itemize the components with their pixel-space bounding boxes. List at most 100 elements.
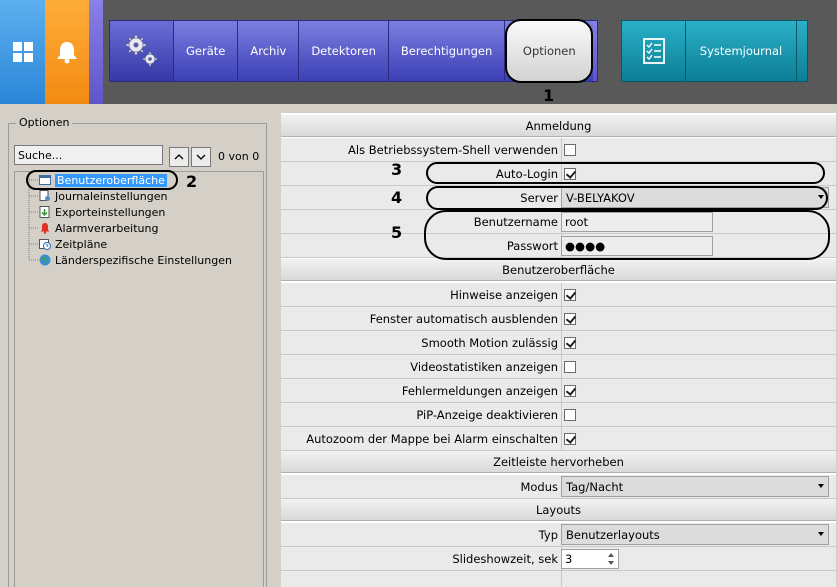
callout-3: 3 [391, 160, 403, 179]
tree-item-alarmverarbeitung[interactable]: Alarmverarbeitung [39, 220, 158, 236]
windows-icon [12, 42, 33, 62]
tree-item-laenderspezifische-einstellungen[interactable]: Länderspezifische Einstellungen [39, 252, 232, 268]
slideshow-label: Slideshowzeit, sek [452, 552, 558, 566]
row-autozoom: Autozoom der Mappe bei Alarm einschalten [281, 427, 836, 451]
value-cell [561, 138, 836, 162]
modus-select[interactable]: Tag/Nacht [561, 476, 829, 497]
search-up-button[interactable] [169, 147, 189, 167]
chevron-up-icon [174, 154, 184, 160]
settings-button[interactable] [110, 21, 174, 81]
value-cell [561, 355, 836, 379]
row-typ: Typ Benutzerlayouts [281, 523, 836, 547]
alarm-icon [40, 223, 50, 234]
main-navigation: Geräte Archiv Detektoren Berechtigungen … [109, 19, 598, 83]
search-input[interactable] [14, 145, 163, 165]
journal-navigation: Systemjournal [621, 20, 808, 82]
tree-item-label: Benutzeroberfläche [55, 173, 167, 187]
tab-optionen[interactable]: Optionen [505, 19, 594, 83]
tab-geraete[interactable]: Geräte [174, 21, 239, 81]
value-cell [561, 403, 836, 427]
autologin-checkbox[interactable] [564, 168, 576, 180]
tree-item-label: Alarmverarbeitung [55, 221, 159, 235]
hinweise-checkbox[interactable] [564, 289, 576, 301]
value-cell [561, 379, 836, 403]
export-icon [39, 206, 50, 218]
callout-5: 5 [391, 223, 403, 242]
tree-item-journaleinstellungen[interactable]: Journaleinstellungen [39, 188, 167, 204]
row-videostatistiken: Videostatistiken anzeigen [281, 355, 836, 379]
options-sidebar: Optionen 0 von 0 Benutzeroberfläche Jour… [0, 104, 276, 587]
globe-icon [39, 254, 51, 266]
server-label: Server [520, 191, 558, 205]
tree-item-benutzeroberflaeche[interactable]: Benutzeroberfläche [39, 172, 167, 188]
fehlermeldungen-checkbox[interactable] [564, 385, 576, 397]
windows-tile[interactable] [0, 0, 45, 104]
row-password: Passwort ●●●● [281, 234, 836, 258]
value-cell [561, 571, 836, 587]
password-input[interactable]: ●●●● [561, 236, 713, 256]
journal-button[interactable] [622, 21, 686, 81]
pip-checkbox[interactable] [564, 409, 576, 421]
section-layouts: Layouts [281, 499, 836, 521]
fehlermeldungen-label: Fehlermeldungen anzeigen [401, 384, 558, 398]
options-group-title: Optionen [16, 116, 73, 129]
journal-settings-icon [39, 190, 50, 201]
fenster-ausblenden-checkbox[interactable] [564, 313, 576, 325]
videostatistiken-label: Videostatistiken anzeigen [410, 360, 558, 374]
callout-4: 4 [391, 188, 403, 207]
modus-value: Tag/Nacht [566, 480, 624, 494]
tree-item-zeitplaene[interactable]: Zeitpläne [39, 236, 107, 252]
tree-item-exporteinstellungen[interactable]: Exporteinstellungen [39, 204, 165, 220]
row-slideshow: Slideshowzeit, sek 3 [281, 547, 836, 571]
tab-detektoren[interactable]: Detektoren [299, 21, 389, 81]
autozoom-checkbox[interactable] [564, 433, 576, 445]
modus-label: Modus [520, 480, 558, 494]
typ-select[interactable]: Benutzerlayouts [561, 524, 829, 545]
slideshow-value: 3 [565, 552, 573, 566]
row-fehlermeldungen: Fehlermeldungen anzeigen [281, 379, 836, 403]
callout-1: 1 [543, 86, 555, 105]
stepper-down-icon[interactable] [605, 559, 617, 567]
chevron-down-icon [196, 154, 206, 160]
row-hinweise: Hinweise anzeigen [281, 283, 836, 307]
section-zeitleiste: Zeitleiste hervorheben [281, 451, 836, 473]
tab-archiv[interactable]: Archiv [238, 21, 300, 81]
dropdown-arrow-icon [818, 195, 824, 199]
options-tree: Benutzeroberfläche Journaleinstellungen … [14, 171, 264, 587]
tree-item-label: Länderspezifische Einstellungen [55, 253, 232, 267]
section-anmeldung: Anmeldung [281, 115, 836, 137]
alarm-tile[interactable] [45, 0, 89, 104]
row-server: Server V-BELYAKOV [281, 186, 836, 210]
toolbar-separator [89, 0, 103, 104]
videostatistiken-checkbox[interactable] [564, 361, 576, 373]
typ-value: Benutzerlayouts [566, 528, 660, 542]
username-input[interactable]: root [561, 212, 713, 232]
nav-end-cap [593, 21, 597, 81]
slideshow-stepper[interactable]: 3 [561, 549, 619, 569]
smooth-motion-checkbox[interactable] [564, 337, 576, 349]
typ-label: Typ [538, 528, 558, 542]
shell-checkbox[interactable] [564, 144, 576, 156]
tab-berechtigungen[interactable]: Berechtigungen [389, 21, 506, 81]
row-shell: Als Betriebssystem-Shell verwenden [281, 138, 836, 162]
options-property-grid: Anmeldung Als Betriebssystem-Shell verwe… [281, 113, 836, 587]
row-empty [281, 571, 836, 587]
pip-label: PiP-Anzeige deaktivieren [416, 408, 558, 422]
section-benutzeroberflaeche: Benutzeroberfläche [281, 259, 836, 281]
row-modus: Modus Tag/Nacht [281, 475, 836, 499]
callout-2: 2 [186, 172, 198, 191]
value-cell [561, 283, 836, 307]
dropdown-arrow-icon [818, 484, 824, 488]
tree-item-label: Journaleinstellungen [55, 189, 168, 203]
checklist-icon [642, 38, 665, 64]
tab-systemjournal[interactable]: Systemjournal [686, 21, 797, 81]
search-down-button[interactable] [191, 147, 211, 167]
stepper-up-icon[interactable] [605, 551, 617, 559]
autologin-label: Auto-Login [495, 167, 558, 181]
row-fenster-ausblenden: Fenster automatisch ausblenden [281, 307, 836, 331]
row-pip: PiP-Anzeige deaktivieren [281, 403, 836, 427]
server-select[interactable]: V-BELYAKOV [561, 187, 829, 208]
value-cell [561, 162, 836, 186]
password-label: Passwort [506, 239, 558, 253]
value-cell [561, 427, 836, 451]
